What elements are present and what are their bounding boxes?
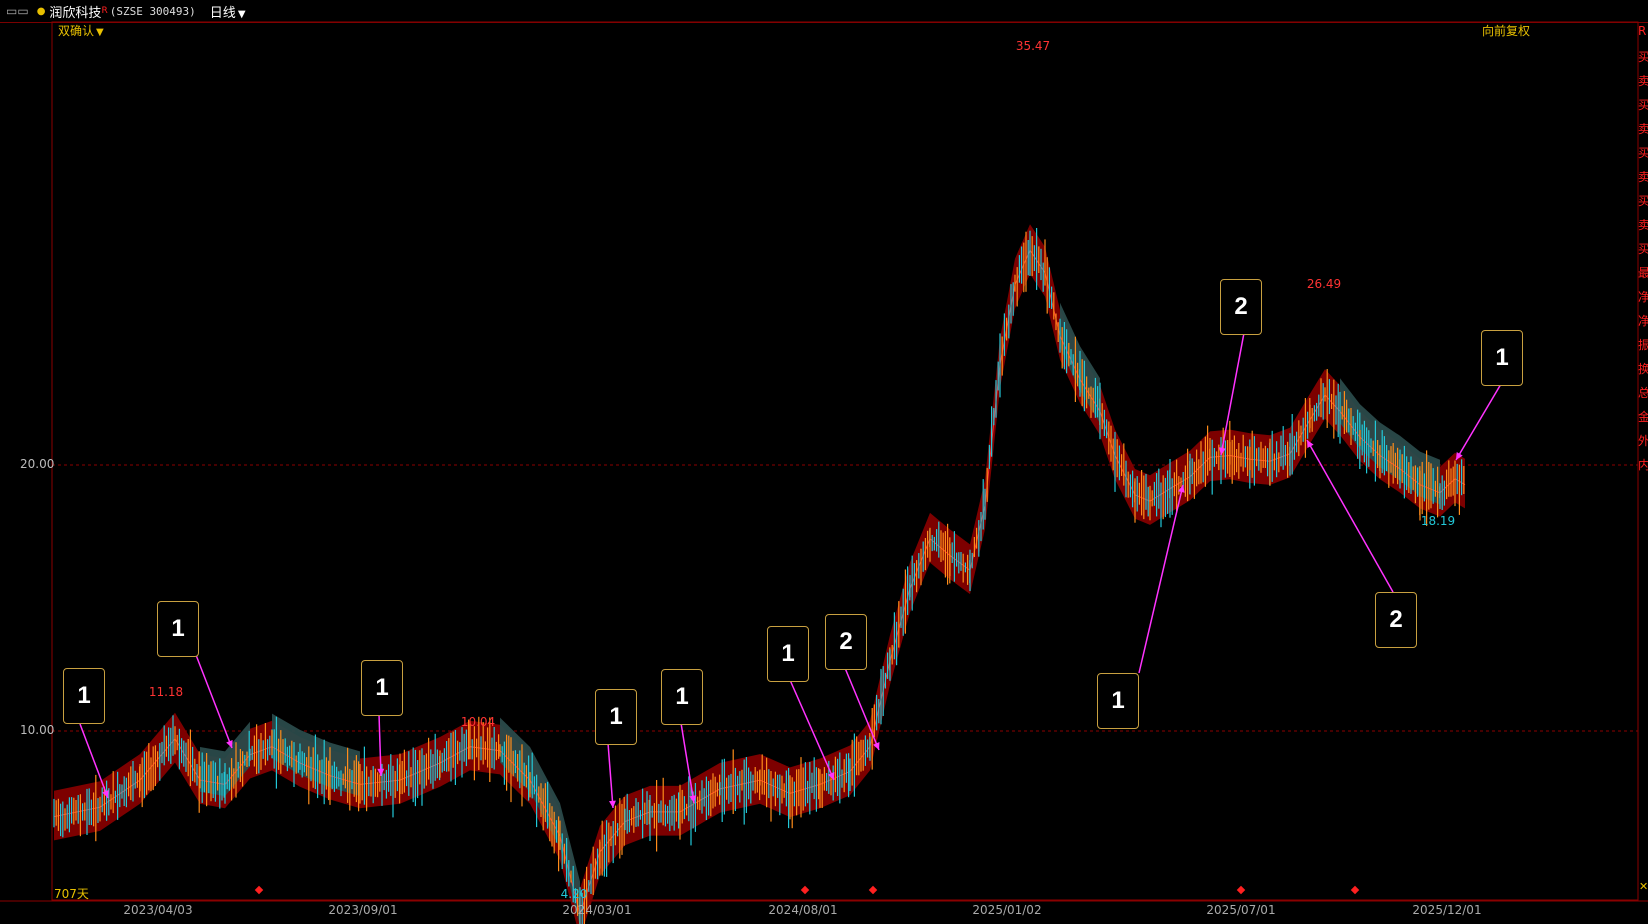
signal-callout: 1 [1097, 673, 1139, 729]
info-strip-glyph: 买 [1638, 98, 1648, 112]
info-strip-glyph: 金 [1638, 410, 1648, 424]
signal-callout: 2 [1220, 279, 1262, 335]
signal-callout: 1 [661, 669, 703, 725]
y-axis-label: 20.00 [20, 457, 55, 471]
x-axis-label: 2023/04/03 [123, 903, 193, 917]
x-axis-label: 2025/12/01 [1412, 903, 1482, 917]
signal-diamond [254, 885, 264, 895]
signal-diamond [868, 885, 878, 895]
x-axis-label: 2024/08/01 [768, 903, 838, 917]
close-icon[interactable]: ✕ [1639, 880, 1648, 893]
signal-arrow [1455, 383, 1502, 461]
high-price-label: 26.49 [1306, 277, 1342, 291]
stock-chart-window: ▭▭ ● 润欣科技 R (SZSE 300493) 日线 ▼ 双确认 ▼ 向前复权 … [0, 0, 1648, 924]
info-strip-glyph: 卖 [1638, 170, 1648, 184]
x-axis-label: 2025/01/02 [972, 903, 1042, 917]
days-count-label: 707天 [54, 887, 89, 901]
signal-callout: 2 [825, 614, 867, 670]
info-strip-glyph: 买 [1638, 242, 1648, 256]
signal-callout: 1 [767, 626, 809, 682]
signal-callout: 1 [63, 668, 105, 724]
x-axis-label: 2024/03/01 [562, 903, 632, 917]
info-strip-glyph: 卖 [1638, 74, 1648, 88]
info-strip-glyph: 买 [1638, 146, 1648, 160]
trend-midline [53, 249, 1466, 917]
y-axis-label: 10.00 [20, 723, 55, 737]
high-price-label: 35.47 [1015, 39, 1051, 53]
chevron-down-icon: ▼ [96, 27, 104, 38]
info-strip-glyph: 换 [1638, 362, 1648, 376]
info-strip-glyph: 买 [1638, 194, 1648, 208]
signal-callout: 1 [1481, 330, 1523, 386]
info-strip-glyph: 净 [1638, 314, 1648, 328]
info-strip-glyph: R [1638, 24, 1647, 38]
signal-arrow [195, 654, 233, 749]
indicator-selector[interactable]: 双确认 ▼ [58, 22, 104, 39]
signal-diamond [800, 885, 810, 895]
x-axis-label: 2023/09/01 [328, 903, 398, 917]
info-strip-glyph: 卖 [1638, 218, 1648, 232]
info-strip-glyph: 买 [1638, 50, 1648, 64]
high-price-label: 11.18 [148, 685, 184, 699]
low-price-label: 4.20 [560, 887, 588, 901]
info-strip-glyph: 外 [1638, 434, 1648, 448]
signal-callout: 1 [595, 689, 637, 745]
right-info-strip[interactable]: R买卖买卖买卖买卖买最净净振换总金外内 [1638, 22, 1648, 900]
info-strip-glyph: 净 [1638, 290, 1648, 304]
adjust-mode-button[interactable]: 向前复权 [1482, 22, 1530, 39]
high-price-label: 10.04 [460, 715, 496, 729]
price-chart[interactable] [0, 0, 1648, 924]
info-strip-glyph: 最 [1638, 266, 1648, 280]
info-strip-glyph: 卖 [1638, 122, 1648, 136]
info-strip-glyph: 振 [1638, 338, 1648, 352]
x-axis-label: 2025/07/01 [1206, 903, 1276, 917]
signal-callout: 1 [361, 660, 403, 716]
signal-callout: 2 [1375, 592, 1417, 648]
signal-arrow [607, 742, 614, 809]
signal-diamond [1350, 885, 1360, 895]
signal-callout: 1 [157, 601, 199, 657]
low-price-label: 18.19 [1420, 514, 1456, 528]
indicator-name: 双确认 [58, 24, 95, 38]
signal-diamond [1236, 885, 1246, 895]
info-strip-glyph: 内 [1638, 458, 1648, 472]
info-strip-glyph: 总 [1638, 386, 1648, 400]
